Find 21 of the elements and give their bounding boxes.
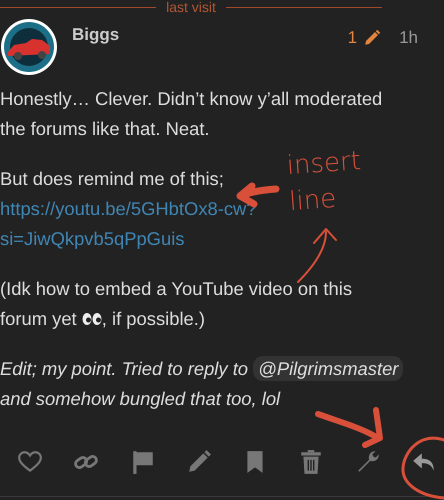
post-text: Honestly… Clever. Didn’t know y’all moderated the forums like that. Neat. (0, 87, 384, 141)
avatar-icon[interactable] (0, 18, 58, 76)
video-link[interactable]: https://youtu.be/5GHbtOx8-cw?si=JiwQkpvb5qPpGuis (0, 194, 257, 254)
handwritten-note: insert line (286, 145, 363, 220)
author-name[interactable]: Biggs (72, 25, 348, 45)
post-age[interactable]: 1h (399, 28, 418, 48)
post-text: But does remind me of this; (0, 167, 224, 191)
arrow-drawing (297, 228, 337, 283)
mention-link[interactable]: @Pilgrimsmaster (253, 356, 404, 381)
pencil-icon[interactable] (363, 29, 382, 47)
post-text: Edit; my point. Tried to reply to (0, 357, 248, 381)
post-text: forum yet (0, 307, 77, 331)
post-text: and somehow bungled that too, lol (0, 387, 280, 411)
heart-icon (17, 449, 43, 475)
arrow-drawing (315, 407, 383, 448)
eyes-icon (82, 311, 102, 327)
edit-count[interactable]: 1 (348, 28, 358, 48)
post-text: (Idk how to embed a YouTube video on this (0, 277, 352, 301)
post-text: , if possible.) (102, 307, 206, 331)
circle-drawing (402, 436, 444, 500)
last-visit-divider-label: last visit (166, 0, 216, 14)
